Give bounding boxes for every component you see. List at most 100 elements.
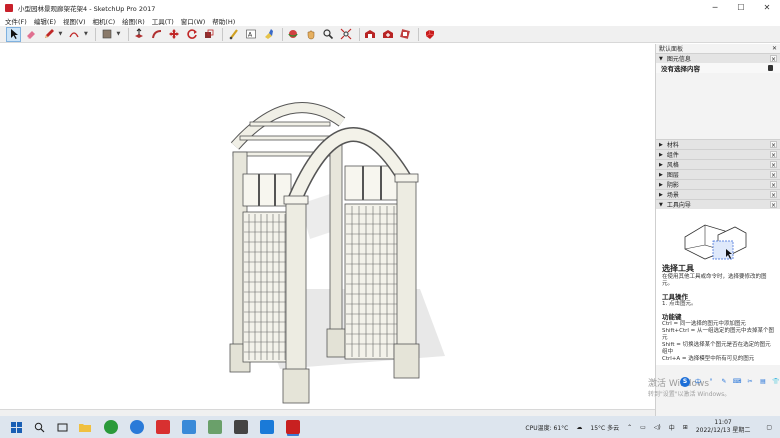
maximize-button[interactable]: ☐ [728,0,754,15]
paint-tool-button[interactable] [261,27,276,42]
warehouse-tool-button[interactable] [363,27,378,42]
ime-logo-icon[interactable]: S [680,376,690,387]
scale-icon [205,29,214,38]
file-explorer-icon[interactable] [78,420,92,434]
section-components[interactable]: ▶ 组件 × [656,149,780,159]
close-icon[interactable]: × [770,151,777,159]
section-materials[interactable]: ▶ 材料 × [656,139,780,149]
weather-text[interactable]: 15°C 多云 [590,423,619,432]
menu-camera[interactable]: 相机(C) [93,16,116,26]
orbit-tool-button[interactable] [286,27,301,42]
expand-arrow-icon: ▼ [659,201,663,208]
section-layers[interactable]: ▶ 图层 × [656,169,780,179]
section-styles[interactable]: ▶ 风格 × [656,159,780,169]
chevron-down-icon[interactable]: ▼ [117,31,122,37]
close-icon[interactable]: × [770,201,777,209]
close-icon[interactable]: × [770,181,777,189]
close-icon[interactable]: × [770,55,777,63]
follow-me-tool-button[interactable] [149,27,164,42]
scale-tool-button[interactable] [202,27,217,42]
ime-punct-icon[interactable]: ° [706,377,716,387]
section-scenes[interactable]: ▶ 场景 × [656,189,780,199]
volume-icon[interactable]: ◁) [654,424,661,431]
zoom-tool-button[interactable] [321,27,336,42]
menu-draw[interactable]: 绘图(R) [122,16,145,26]
sketchup-taskbar-icon[interactable] [286,420,300,434]
tray-chevron-icon[interactable]: ⌃ [627,424,632,431]
clock[interactable]: 11:07 2022/12/13 星期二 [696,419,751,435]
close-icon[interactable]: × [770,161,777,169]
section-instructor[interactable]: ▼ 工具向导 × [656,199,780,209]
menu-file[interactable]: 文件(F) [5,16,27,26]
ime-keyboard-icon[interactable]: ⌨ [732,377,742,387]
ime-grid-icon[interactable]: ▤ [758,377,768,387]
notification-icon[interactable]: ▢ [766,424,772,431]
arc-tool-button[interactable] [67,27,82,42]
weather-icon[interactable]: ☁ [576,424,582,431]
close-button[interactable]: ✕ [754,0,780,15]
lock-icon[interactable] [768,65,773,71]
push-pull-tool-button[interactable] [132,27,147,42]
ruby-icon [425,29,434,39]
paint-icon [264,29,273,39]
wps-office-icon[interactable] [156,420,170,434]
close-icon[interactable]: × [770,141,777,149]
chevron-down-icon[interactable]: ▼ [84,31,89,37]
close-icon[interactable]: × [770,171,777,179]
menu-edit[interactable]: 编辑(E) [34,16,56,26]
rotate-tool-button[interactable] [184,27,199,42]
text-tool-button[interactable]: A [244,27,259,42]
pencil-tool-button[interactable] [41,27,56,42]
select-tool-button[interactable] [6,26,21,42]
cpu-temp: CPU温度: 61°C [525,424,569,432]
photo-app-icon[interactable] [182,420,196,434]
section-shadows[interactable]: ▶ 阴影 × [656,179,780,189]
menu-bar: 文件(F) 编辑(E) 视图(V) 相机(C) 绘图(R) 工具(T) 窗口(W… [0,15,780,26]
extension-warehouse-icon [382,30,393,38]
close-icon[interactable]: × [770,191,777,199]
windows-start-icon[interactable] [9,420,23,434]
default-tray-panel: 默认面板 ✕ ▼ 图元信息 × 没有选择内容 ▶ 材料 × ▶ 组件 × ▶ 风… [655,44,780,416]
minimize-button[interactable]: ─ [702,0,728,15]
select-icon [10,29,18,39]
ime-skin-icon[interactable]: 👕 [771,377,780,387]
search-icon[interactable] [32,420,46,434]
extension-warehouse-tool-button[interactable] [380,27,395,42]
ime-lang-icon[interactable]: 中 [693,377,703,387]
ie-browser-icon[interactable] [130,420,144,434]
section-label: 材料 [666,142,679,149]
menu-help[interactable]: 帮助(H) [212,16,235,26]
eraser-icon [27,31,35,39]
tape-measure-icon [229,29,238,40]
eraser-tool-button[interactable] [24,27,39,42]
ime-handwrite-icon[interactable]: ✎ [719,377,729,387]
input-method-icon[interactable]: ⊞ [683,424,688,431]
edge-app-icon[interactable] [260,420,274,434]
browser-360-icon[interactable] [104,420,118,434]
network-icon[interactable]: ▭ [640,424,646,431]
expand-arrow-icon: ▼ [659,55,663,62]
zoom-extents-tool-button[interactable] [338,27,353,42]
menu-view[interactable]: 视图(V) [63,16,86,26]
ruby-console-tool-button[interactable] [422,27,437,42]
move-tool-button[interactable] [167,27,182,42]
menu-window[interactable]: 窗口(W) [181,16,206,26]
ime-lang-indicator[interactable]: 中 [669,423,675,432]
layout-tool-button[interactable] [398,27,413,42]
section-entity-info[interactable]: ▼ 图元信息 × [656,53,780,63]
pan-tool-button[interactable] [303,27,318,42]
task-view-icon[interactable] [55,420,69,434]
collapse-arrow-icon: ▶ [659,171,663,178]
app-icon[interactable] [234,420,248,434]
panel-close-icon[interactable]: ✕ [772,45,777,52]
section-label: 场景 [666,192,679,199]
chevron-down-icon[interactable]: ▼ [59,31,64,37]
paint-bucket-icon [102,29,111,39]
tape-measure-tool-button[interactable] [226,27,241,42]
arc-icon [69,32,79,38]
image-editor-icon[interactable] [208,420,222,434]
model-viewport[interactable]: 水在线 [0,44,655,416]
ime-scissors-icon[interactable]: ✂ [745,377,755,387]
paint-bucket-tool-button[interactable] [99,27,114,42]
menu-tools[interactable]: 工具(T) [152,16,174,26]
